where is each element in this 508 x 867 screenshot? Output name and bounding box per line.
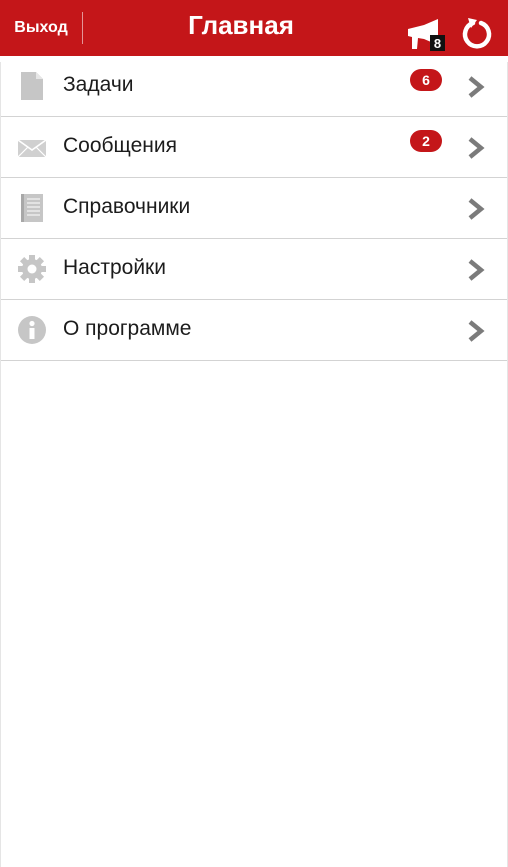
document-icon xyxy=(21,72,43,100)
menu-item-label: Задачи xyxy=(63,73,134,96)
menu-item-settings[interactable]: Настройки xyxy=(0,239,508,300)
frame-border-left xyxy=(0,62,1,867)
chevron-right-icon xyxy=(468,76,485,98)
chevron-right-icon xyxy=(468,320,485,342)
menu-item-tasks[interactable]: Задачи 6 xyxy=(0,56,508,117)
count-badge: 6 xyxy=(410,69,442,91)
chevron-right-icon xyxy=(468,137,485,159)
menu-item-messages[interactable]: Сообщения 2 xyxy=(0,117,508,178)
count-badge: 2 xyxy=(410,130,442,152)
app-header: Выход Главная 8 xyxy=(0,0,508,62)
notebook-icon xyxy=(21,194,43,222)
envelope-icon xyxy=(18,139,46,158)
main-menu: Задачи 6 Сообщения 2 Справочники Настрой… xyxy=(0,56,508,361)
menu-item-label: О программе xyxy=(63,317,192,340)
info-icon xyxy=(18,316,46,344)
gear-icon xyxy=(18,255,46,283)
menu-item-about[interactable]: О программе xyxy=(0,300,508,361)
refresh-button[interactable] xyxy=(460,16,494,50)
notification-count-badge: 8 xyxy=(430,35,445,51)
chevron-right-icon xyxy=(468,259,485,281)
menu-item-directories[interactable]: Справочники xyxy=(0,178,508,239)
refresh-icon xyxy=(462,18,492,49)
menu-item-label: Сообщения xyxy=(63,134,177,157)
chevron-right-icon xyxy=(468,198,485,220)
menu-item-label: Настройки xyxy=(63,256,166,279)
menu-item-label: Справочники xyxy=(63,195,191,218)
